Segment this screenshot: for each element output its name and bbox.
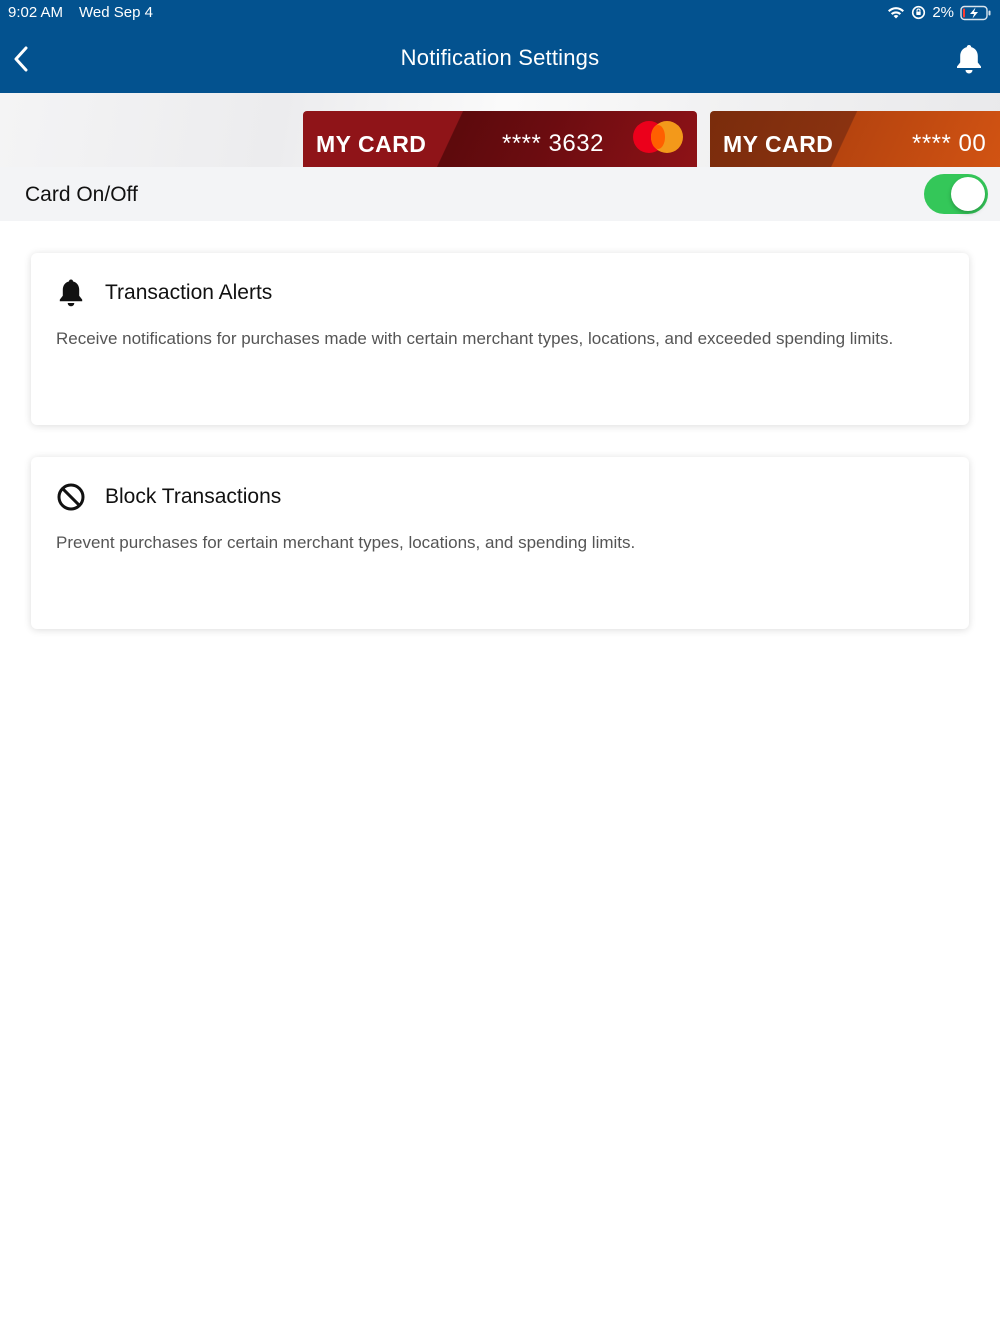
battery-percent: 2% xyxy=(932,4,954,21)
card-carousel[interactable]: MY CARD **** 3632 MY CARD **** 00 xyxy=(0,93,1000,167)
mastercard-logo-icon xyxy=(633,121,683,153)
status-time: 9:02 AM xyxy=(8,4,64,21)
card-number: **** 00 xyxy=(912,130,987,157)
page-title: Notification Settings xyxy=(400,45,600,70)
card-item-second[interactable]: MY CARD **** 00 xyxy=(710,111,1000,167)
card-item-3632[interactable]: MY CARD **** 3632 xyxy=(303,111,697,167)
panel-description: Prevent purchases for certain merchant t… xyxy=(56,533,636,552)
bell-icon xyxy=(957,45,981,74)
status-indicators: 2% xyxy=(887,4,992,21)
block-transactions-panel[interactable]: Block Transactions Prevent purchases for… xyxy=(31,457,969,629)
toggle-knob xyxy=(951,177,985,211)
wifi-icon xyxy=(887,6,905,20)
panel-description: Receive notifications for purchases made… xyxy=(56,329,894,348)
battery-charging-icon xyxy=(960,5,992,21)
card-on-off-toggle[interactable] xyxy=(924,174,988,214)
card-number: **** 3632 xyxy=(502,130,604,157)
status-date: Wed Sep 4 xyxy=(79,4,153,21)
card-on-off-label: Card On/Off xyxy=(25,183,138,206)
rotation-lock-icon xyxy=(911,5,926,20)
notifications-button[interactable] xyxy=(954,42,984,76)
top-bar: 9:02 AM Wed Sep 4 2% Notification Settin… xyxy=(0,0,1000,93)
transaction-alerts-panel[interactable]: Transaction Alerts Receive notifications… xyxy=(31,253,969,425)
card-on-off-row: Card On/Off xyxy=(0,167,1000,221)
block-icon xyxy=(56,482,86,512)
bell-icon xyxy=(56,278,86,308)
card-name: MY CARD xyxy=(316,131,427,157)
panel-title: Block Transactions xyxy=(105,485,282,508)
panel-title: Transaction Alerts xyxy=(105,281,273,304)
card-name: MY CARD xyxy=(723,131,834,157)
